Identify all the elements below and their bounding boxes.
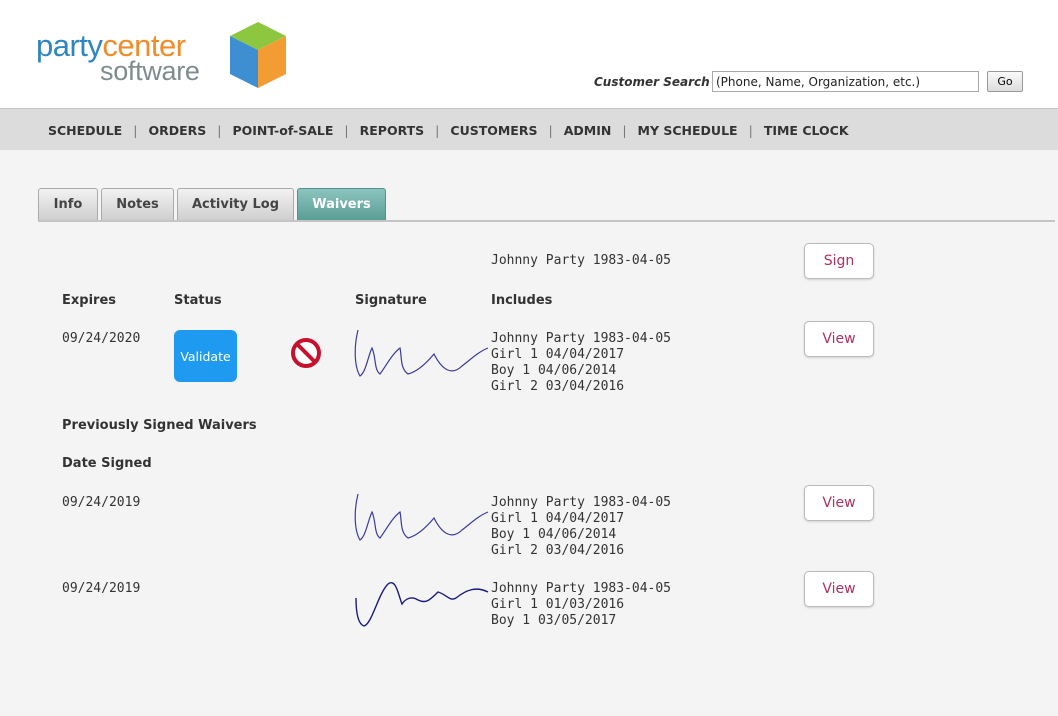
includes-entry: Johnny Party 1983-04-05 xyxy=(491,331,672,346)
nav-point-of-sale[interactable]: POINT-of-SALE xyxy=(232,123,333,138)
view-previous-waiver-2-button[interactable]: View xyxy=(804,571,874,607)
customer-tabs: Info Notes Activity Log Waivers xyxy=(38,188,1055,222)
includes-entry: Johnny Party 1983-04-05 xyxy=(491,495,672,510)
customer-search-input[interactable] xyxy=(712,71,979,92)
signature-image xyxy=(354,493,489,541)
includes-entry: Boy 1 03/05/2017 xyxy=(491,613,617,628)
signature-image xyxy=(355,582,489,627)
customer-search-label: Customer Search xyxy=(594,75,710,89)
main-nav-bar: SCHEDULE | ORDERS | POINT-of-SALE | REPORTS… xyxy=(0,108,1058,150)
includes-entry: Johnny Party 1983-04-05 xyxy=(491,581,672,596)
includes-entry: Girl 1 04/04/2017 xyxy=(491,347,625,362)
party-center-logo[interactable]: partycenter software xyxy=(36,20,296,92)
nav-separator: | xyxy=(133,123,138,138)
previous-date-2: 09/24/2019 xyxy=(62,581,141,596)
nav-admin[interactable]: ADMIN xyxy=(564,123,612,138)
current-includes-list: Johnny Party 1983-04-05 Girl 1 04/04/201… xyxy=(491,331,671,395)
nav-separator: | xyxy=(435,123,440,138)
nav-separator: | xyxy=(622,123,627,138)
includes-entry: Girl 1 04/04/2017 xyxy=(491,511,625,526)
includes-entry: Girl 1 01/03/2016 xyxy=(491,597,625,612)
nav-my-schedule[interactable]: MY SCHEDULE xyxy=(638,123,738,138)
nav-separator: | xyxy=(344,123,349,138)
validate-button[interactable]: Validate xyxy=(174,330,237,382)
tab-notes[interactable]: Notes xyxy=(101,188,174,220)
previous-date-1: 09/24/2019 xyxy=(62,495,141,510)
tab-activity-log[interactable]: Activity Log xyxy=(177,188,294,220)
tab-info[interactable]: Info xyxy=(38,188,98,220)
col-header-signature: Signature xyxy=(355,293,427,308)
tab-waivers[interactable]: Waivers xyxy=(297,188,386,220)
signature-image xyxy=(354,329,489,377)
view-previous-waiver-1-button[interactable]: View xyxy=(804,485,874,521)
nav-customers[interactable]: CUSTOMERS xyxy=(450,123,537,138)
nav-schedule[interactable]: SCHEDULE xyxy=(48,123,122,138)
col-header-includes: Includes xyxy=(491,293,553,308)
nav-separator: | xyxy=(217,123,222,138)
no-entry-icon xyxy=(291,338,321,368)
sign-person: Johnny Party 1983-04-05 xyxy=(491,253,672,268)
page-header: partycenter software Customer Search Go xyxy=(0,0,1058,108)
previous-includes-list-1: Johnny Party 1983-04-05 Girl 1 04/04/201… xyxy=(491,495,671,559)
sign-button[interactable]: Sign xyxy=(804,243,874,279)
date-signed-header: Date Signed xyxy=(62,456,152,471)
logo-text-party: party xyxy=(36,28,103,63)
nav-orders[interactable]: ORDERS xyxy=(148,123,206,138)
includes-entry: Girl 2 03/04/2016 xyxy=(491,543,625,558)
nav-separator: | xyxy=(548,123,553,138)
current-expires-date: 09/24/2020 xyxy=(62,331,141,346)
previous-waivers-title: Previously Signed Waivers xyxy=(62,418,257,433)
col-header-expires: Expires xyxy=(62,293,116,308)
nav-time-clock[interactable]: TIME CLOCK xyxy=(764,123,849,138)
logo-text-software: software xyxy=(100,56,200,86)
includes-entry: Boy 1 04/06/2014 xyxy=(491,363,617,378)
view-current-waiver-button[interactable]: View xyxy=(804,321,874,357)
tab-underline xyxy=(38,220,1055,222)
includes-entry: Boy 1 04/06/2014 xyxy=(491,527,617,542)
cube-logo-icon xyxy=(230,22,286,88)
nav-reports[interactable]: REPORTS xyxy=(360,123,425,138)
search-go-button[interactable]: Go xyxy=(987,71,1023,92)
previous-includes-list-2: Johnny Party 1983-04-05 Girl 1 01/03/201… xyxy=(491,581,671,629)
nav-separator: | xyxy=(748,123,753,138)
col-header-status: Status xyxy=(174,293,222,308)
includes-entry: Girl 2 03/04/2016 xyxy=(491,379,625,394)
